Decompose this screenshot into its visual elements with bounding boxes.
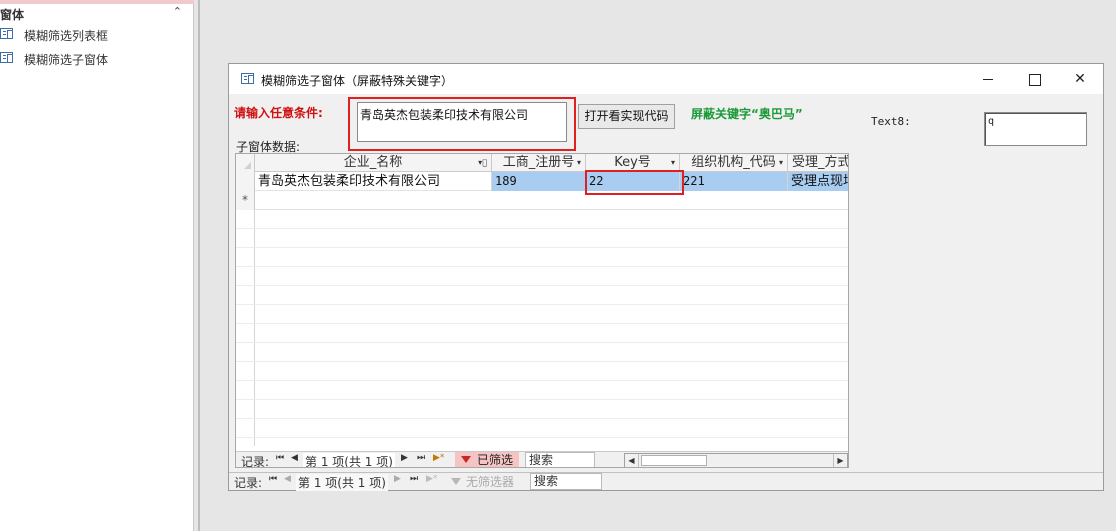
cell-reg-no[interactable]: 189 [492,172,586,191]
form-icon [0,28,13,39]
last-record-icon[interactable]: ⏭ [410,474,418,484]
funnel-icon [451,478,461,485]
new-record-icon[interactable]: ▶* [426,474,437,484]
column-header-org-code[interactable]: 组织机构_代码 ▾ [680,154,788,172]
column-header-label: 工商_注册号 [502,155,575,170]
filter-status-label: 无筛选器 [466,475,515,489]
condition-label: 请输入任意条件: [234,106,323,120]
prev-record-icon[interactable]: ◀ [284,474,291,484]
record-position-field[interactable]: 第 1 项(共 1 项) [303,453,395,467]
last-record-icon[interactable]: ⏭ [417,453,425,463]
splitter-bar[interactable] [198,0,200,531]
maximize-button[interactable] [1011,64,1057,94]
search-input[interactable]: 搜索 [525,452,595,467]
table-row[interactable]: 青岛英杰包装柔印技术有限公司 189 22 221 受理点现场 [236,172,848,191]
nav-top-accent [0,0,194,4]
empty-grid-area [236,210,848,446]
title-bar[interactable]: 模糊筛选子窗体（屏蔽特殊关键字） ✕ [229,64,1103,94]
filter-sort-icon[interactable]: ▾⃫ [478,154,487,172]
column-header-label: 受理_方式 [792,155,849,170]
record-label: 记录: [234,476,263,490]
column-header-label: Key号 [614,155,651,170]
column-header-accept-mode[interactable]: 受理_方式 [788,154,849,172]
search-input[interactable]: 搜索 [530,473,602,490]
record-label: 记录: [241,455,270,468]
window-title: 模糊筛选子窗体（屏蔽特殊关键字） [261,74,454,88]
subform-record-navigator: 记录: ⏮ ◀ 第 1 项(共 1 项) ▶ ⏭ ▶* 已筛选 搜索 ◀ ▶ [236,451,848,468]
prev-record-icon[interactable]: ◀ [291,453,298,463]
next-record-icon[interactable]: ▶ [401,453,408,463]
form-icon [241,73,254,84]
chevron-up-icon[interactable]: ⌃ [173,5,182,18]
next-record-icon[interactable]: ▶ [394,474,401,484]
scroll-thumb[interactable] [641,455,707,466]
text8-input[interactable]: q [984,112,1087,146]
cell-accept-mode[interactable]: 受理点现场 [788,172,848,191]
nav-item-subform-form[interactable]: 模糊筛选子窗体 [0,49,194,69]
column-header-label: 企业_名称 [343,155,403,170]
form-icon [0,52,13,63]
chevron-down-icon[interactable]: ▾ [577,154,581,172]
scroll-left-icon[interactable]: ◀ [625,454,639,467]
open-code-button[interactable]: 打开看实现代码 [578,104,675,129]
cell-org-code[interactable]: 221 [680,172,788,191]
filter-toggle[interactable]: 已筛选 [455,452,519,467]
scroll-right-icon[interactable]: ▶ [833,454,847,467]
condition-input[interactable]: 青岛英杰包装柔印技术有限公司 [357,102,567,142]
navigation-pane: 窗体 ⌃ 模糊筛选列表框 模糊筛选子窗体 [0,0,194,531]
record-selector[interactable] [236,172,255,191]
shield-keyword-label: 屏蔽关键字“奥巴马” [691,107,803,121]
form-record-navigator: 记录: ⏮ ◀ 第 1 项(共 1 项) ▶ ⏭ ▶* 无筛选器 搜索 [229,472,1103,491]
new-record-icon[interactable]: ▶* [433,453,444,463]
minimize-button[interactable] [965,64,1011,94]
first-record-icon[interactable]: ⏮ [276,453,284,463]
horizontal-scrollbar[interactable]: ◀ ▶ [624,453,848,467]
select-all-corner[interactable] [236,154,255,172]
new-record-row[interactable]: * [236,191,848,210]
form-window: 模糊筛选子窗体（屏蔽特殊关键字） ✕ 请输入任意条件: 青岛英杰包装柔印技术有限… [228,63,1104,491]
column-header-row: 企业_名称 ▾⃫ 工商_注册号 ▾ Key号 ▾ 组织机构_代码 ▾ 受理_方式 [236,154,849,172]
column-header-reg-no[interactable]: 工商_注册号 ▾ [492,154,586,172]
new-record-marker[interactable]: * [236,191,255,210]
column-header-label: 组织机构_代码 [691,155,776,170]
funnel-icon [461,456,471,463]
filter-status-label: 已筛选 [477,453,514,467]
column-header-company[interactable]: 企业_名称 ▾⃫ [255,154,492,172]
close-button[interactable]: ✕ [1057,64,1103,94]
nav-item-label: 模糊筛选子窗体 [24,53,109,67]
nav-group-header[interactable]: 窗体 ⌃ [0,5,194,23]
nav-item-listbox-form[interactable]: 模糊筛选列表框 [0,25,194,45]
record-position-field[interactable]: 第 1 项(共 1 项) [296,474,388,491]
key-cell-highlight-box [585,170,684,195]
text8-label: Text8: [871,115,911,128]
first-record-icon[interactable]: ⏮ [269,474,277,484]
subform-datasheet: 企业_名称 ▾⃫ 工商_注册号 ▾ Key号 ▾ 组织机构_代码 ▾ 受理_方式… [235,153,849,468]
cell-company[interactable]: 青岛英杰包装柔印技术有限公司 [255,172,492,191]
condition-highlight-box: 青岛英杰包装柔印技术有限公司 [348,97,576,151]
nav-item-label: 模糊筛选列表框 [24,29,109,43]
chevron-down-icon[interactable]: ▾ [779,154,783,172]
nav-group-title: 窗体 [0,8,25,22]
